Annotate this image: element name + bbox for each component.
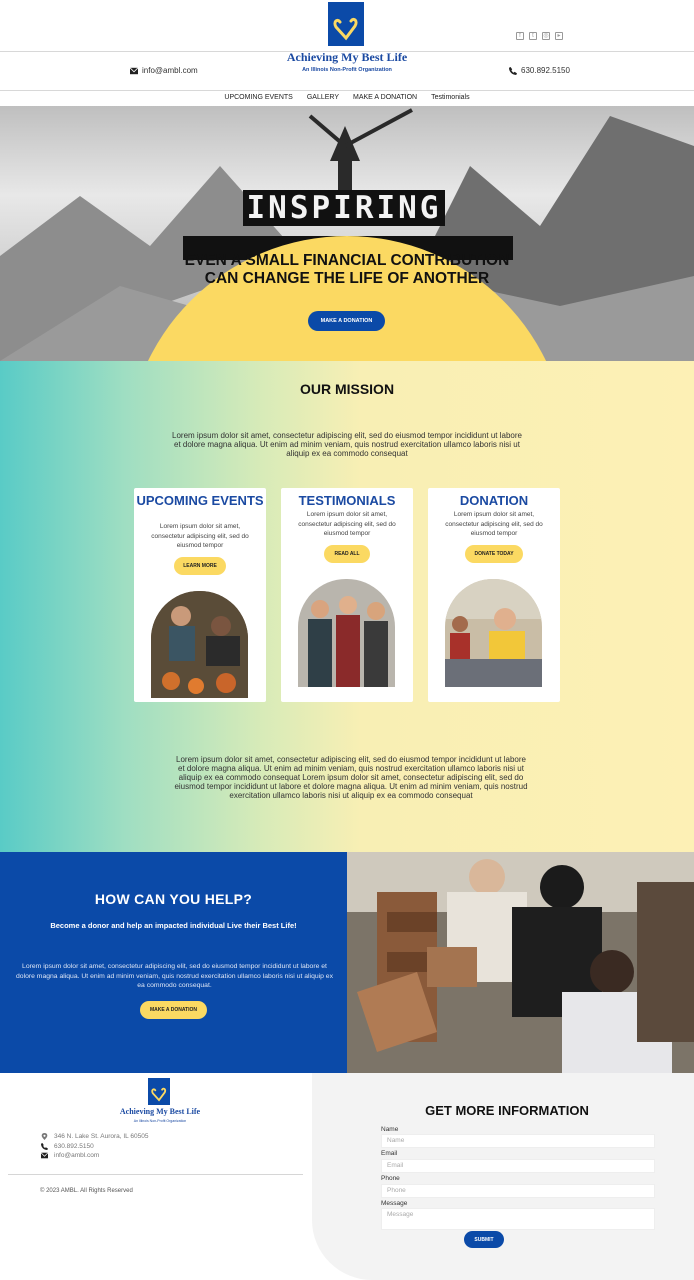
mission-outro: Lorem ipsum dolor sit amet, consectetur … <box>174 755 528 800</box>
help-text: Lorem ipsum dolor sit amet, consectetur … <box>16 963 333 989</box>
twitter-icon[interactable]: t <box>529 32 537 40</box>
mail-icon <box>130 67 138 74</box>
read-all-button[interactable]: READ ALL <box>324 545 370 563</box>
phone-icon <box>509 66 517 75</box>
brand-name: Achieving My Best Life <box>286 50 408 64</box>
email-input[interactable]: Email <box>381 1159 655 1173</box>
card-donation: DONATION Lorem ipsum dolor sit amet, con… <box>428 488 560 702</box>
social-links: f t ◎ ▸ <box>516 32 563 40</box>
header-phone-text: 630.892.5150 <box>521 66 570 75</box>
nav-item-testimonials[interactable]: Testimonials <box>431 94 470 101</box>
youtube-icon[interactable]: ▸ <box>555 32 563 40</box>
footer-logo-icon[interactable] <box>148 1078 170 1105</box>
location-pin-icon <box>41 1133 48 1140</box>
hero-banner-text: INSPIRING <box>243 190 445 226</box>
footer-brand-name: Achieving My Best Life <box>119 1107 201 1116</box>
card-text: Lorem ipsum dolor sit amet, consectetur … <box>151 523 249 549</box>
footer-divider <box>8 1174 303 1175</box>
nav-divider <box>0 90 694 91</box>
facebook-icon[interactable]: f <box>516 32 524 40</box>
footer-email[interactable]: info@ambl.com <box>41 1152 99 1159</box>
nav-item-make-a-donation[interactable]: MAKE A DONATION <box>353 94 417 101</box>
volunteers-photo <box>347 852 694 1073</box>
hero-donate-button[interactable]: MAKE A DONATION <box>308 311 385 331</box>
footer-phone-text: 630.892.5150 <box>54 1143 94 1150</box>
learn-more-button[interactable]: LEARN MORE <box>174 557 226 575</box>
footer-address: 346 N. Lake St. Aurora, IL 60505 <box>41 1133 148 1140</box>
message-label: Message <box>381 1200 408 1207</box>
card-testimonials: TESTIMONIALS Lorem ipsum dolor sit amet,… <box>281 488 413 702</box>
header-email-text: info@ambl.com <box>142 66 198 75</box>
footer-phone[interactable]: 630.892.5150 <box>41 1143 94 1150</box>
nav-item-upcoming-events[interactable]: UPCOMING EVENTS <box>224 94 292 101</box>
card-text: Lorem ipsum dolor sit amet, consectetur … <box>445 511 543 537</box>
help-title: HOW CAN YOU HELP? <box>94 891 253 907</box>
help-donate-button[interactable]: MAKE A DONATION <box>140 1001 207 1019</box>
hero-title: EVEN A SMALL FINANCIAL CONTRIBUTION CAN … <box>184 252 510 287</box>
footer-brand-tagline: An Illinois Non-Profit Organization <box>133 1119 187 1123</box>
mission-intro: Lorem ipsum dolor sit amet, consectetur … <box>172 431 522 458</box>
copyright: © 2023 AMBL. All Rights Reserved <box>40 1188 133 1194</box>
donation-photo <box>445 579 542 687</box>
submit-button[interactable]: SUBMIT <box>464 1231 504 1248</box>
name-input[interactable]: Name <box>381 1134 655 1148</box>
help-subtitle: Become a donor and help an impacted indi… <box>50 921 297 930</box>
donate-today-button[interactable]: DONATE TODAY <box>465 545 523 563</box>
name-label: Name <box>381 1126 399 1133</box>
card-upcoming-events: UPCOMING EVENTS Lorem ipsum dolor sit am… <box>134 488 266 702</box>
logo-icon[interactable] <box>328 2 364 46</box>
card-title: UPCOMING EVENTS <box>136 493 264 508</box>
card-text: Lorem ipsum dolor sit amet, consectetur … <box>298 511 396 537</box>
mission-title: OUR MISSION <box>299 381 395 397</box>
testimonials-photo <box>298 579 395 687</box>
events-photo <box>151 591 248 698</box>
card-title: DONATION <box>459 493 529 508</box>
phone-input[interactable]: Phone <box>381 1184 655 1198</box>
main-nav: UPCOMING EVENTS GALLERY MAKE A DONATION … <box>0 94 694 101</box>
header-phone[interactable]: 630.892.5150 <box>509 66 570 75</box>
card-title: TESTIMONIALS <box>298 493 396 508</box>
header-email[interactable]: info@ambl.com <box>130 66 198 75</box>
footer-email-text: info@ambl.com <box>54 1152 100 1159</box>
mail-icon <box>41 1152 48 1159</box>
footer-address-text: 346 N. Lake St. Aurora, IL 60505 <box>54 1133 149 1140</box>
brand-tagline: An Illinois Non-Profit Organization <box>302 67 392 73</box>
email-label: Email <box>381 1150 398 1157</box>
message-textarea[interactable]: Message <box>381 1208 655 1230</box>
instagram-icon[interactable]: ◎ <box>542 32 550 40</box>
nav-item-gallery[interactable]: GALLERY <box>307 94 339 101</box>
phone-icon <box>41 1143 48 1150</box>
form-title: GET MORE INFORMATION <box>425 1103 589 1118</box>
phone-label: Phone <box>381 1175 400 1182</box>
